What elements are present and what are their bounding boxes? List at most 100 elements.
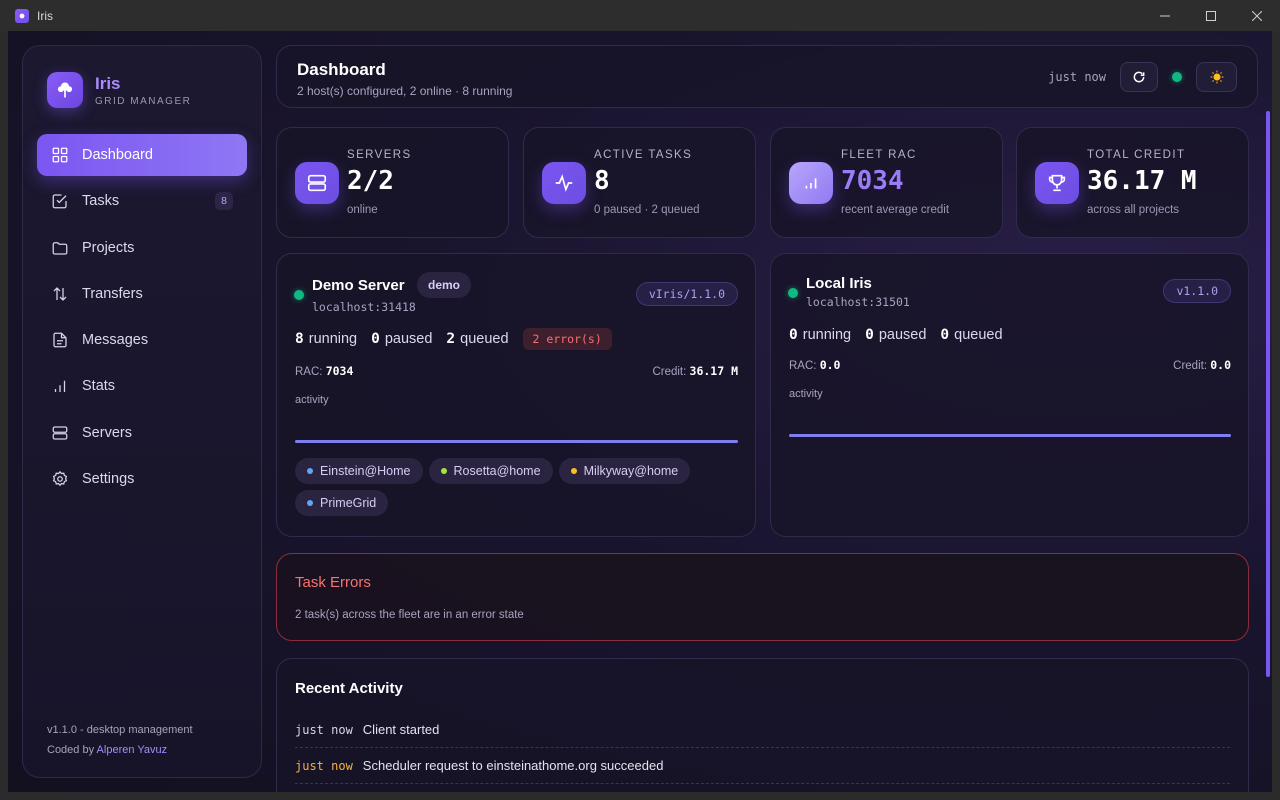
sidebar-item-projects[interactable]: Projects: [37, 227, 247, 269]
theme-toggle-button[interactable]: [1196, 62, 1237, 92]
recent-activity-panel: Recent Activity just now Client started …: [276, 658, 1249, 792]
rac-label: RAC:: [295, 366, 323, 378]
close-icon: [1252, 10, 1262, 21]
stat-card-servers: SERVERS 2/2 online: [276, 127, 509, 238]
task-errors-title: Task Errors: [295, 574, 371, 591]
rac-value: 0.0: [819, 358, 841, 372]
project-chip-milkyway[interactable]: Milkyway@home: [558, 458, 691, 484]
project-name: PrimeGrid: [320, 496, 377, 510]
credit-value: 0.0: [1210, 358, 1231, 372]
page-subtitle: 2 host(s) configured, 2 online · 8 runni…: [297, 84, 513, 98]
checkbox-icon: [52, 194, 67, 209]
sidebar-footer: v1.1.0 - desktop management Coded by Alp…: [47, 720, 193, 760]
minimize-icon: [1160, 15, 1170, 16]
task-errors-panel[interactable]: Task Errors 2 task(s) across the fleet a…: [276, 553, 1249, 641]
activity-sparkline: [295, 440, 738, 443]
maximize-button[interactable]: [1188, 0, 1234, 31]
project-name: Milkyway@home: [583, 464, 679, 478]
stat-label: TOTAL CREDIT: [1087, 149, 1186, 161]
sidebar-item-label: Dashboard: [82, 147, 153, 163]
project-chip-primegrid[interactable]: PrimeGrid: [295, 490, 389, 516]
server-card-local-iris[interactable]: Local Iris localhost:31501 v1.1.0 0 runni…: [770, 253, 1249, 537]
sidebar-item-label: Projects: [82, 239, 135, 256]
folder-icon: [52, 241, 68, 255]
paused-count: 0: [371, 331, 380, 347]
activity-time: just now: [295, 722, 353, 737]
stat-card-active-tasks: ACTIVE TASKS 8 0 paused · 2 queued: [523, 127, 756, 238]
page-title: Dashboard: [297, 60, 386, 79]
activity-text: Client started: [362, 722, 440, 737]
task-errors-description: 2 task(s) across the fleet are in an err…: [295, 609, 524, 621]
project-chip-einstein[interactable]: Einstein@Home: [295, 458, 423, 484]
last-updated-text: just now: [1048, 70, 1106, 84]
stat-subtext: recent average credit: [841, 204, 950, 216]
server-tag-badge: demo: [417, 272, 472, 298]
stat-label: ACTIVE TASKS: [594, 149, 693, 161]
brand-name: Iris: [95, 73, 121, 93]
gear-icon: [52, 471, 68, 487]
activity-row: just now Client started: [295, 712, 1230, 748]
server-icon: [52, 426, 68, 440]
tasks-count-badge: 8: [215, 192, 233, 211]
activity-time: just now: [295, 758, 353, 773]
server-host: localhost:31501: [806, 295, 910, 309]
error-count-badge[interactable]: 2 error(s): [522, 328, 612, 350]
coded-by-label: Coded by: [47, 744, 95, 756]
minimize-button[interactable]: [1142, 0, 1188, 31]
sidebar-item-label: Stats: [82, 378, 116, 395]
stat-label: FLEET RAC: [841, 149, 917, 161]
stat-card-total-credit: TOTAL CREDIT 36.17 M across all projects: [1016, 127, 1249, 238]
queued-label: queued: [954, 327, 1003, 343]
author-link[interactable]: Alperen Yavuz: [97, 744, 168, 756]
main-scrollbar[interactable]: [1266, 111, 1270, 677]
transfer-icon: [53, 286, 67, 301]
sidebar-item-messages[interactable]: Messages: [37, 319, 247, 361]
project-chip-rosetta[interactable]: Rosetta@home: [428, 458, 553, 484]
server-rac: RAC: 7034: [295, 364, 353, 378]
refresh-icon: [1133, 71, 1145, 83]
project-dot: [440, 468, 447, 474]
paused-count: 0: [865, 327, 874, 343]
rac-label: RAC:: [789, 360, 817, 372]
sidebar-item-settings[interactable]: Settings: [37, 458, 247, 500]
running-label: running: [802, 327, 852, 343]
stat-value: 7034: [841, 166, 904, 196]
sidebar-item-servers[interactable]: Servers: [37, 412, 247, 454]
project-chips: Einstein@Home Rosetta@home Milkyway@home…: [295, 458, 745, 522]
paused-label: paused: [878, 327, 927, 343]
server-icon: [295, 162, 339, 204]
sidebar-item-stats[interactable]: Stats: [37, 365, 247, 407]
server-credit: Credit: 0.0: [1173, 358, 1231, 372]
connection-status-dot: [1172, 72, 1182, 82]
brand-subtitle: GRID MANAGER: [95, 95, 192, 107]
trophy-icon: [1035, 162, 1079, 204]
running-count: 0: [789, 327, 798, 343]
stat-subtext: across all projects: [1087, 204, 1180, 216]
stat-value: 2/2: [347, 166, 394, 196]
server-credit: Credit: 36.17 M: [652, 364, 738, 378]
project-name: Rosetta@home: [453, 464, 541, 478]
server-online-dot: [788, 288, 798, 298]
refresh-button[interactable]: [1120, 62, 1158, 92]
server-rac: RAC: 0.0: [789, 358, 840, 372]
server-card-demo[interactable]: Demo Server demo localhost:31418 vIris/1…: [276, 253, 756, 537]
sidebar: Iris GRID MANAGER Dashboard Tasks 8 Proj…: [22, 45, 262, 778]
sidebar-item-tasks[interactable]: Tasks 8: [37, 180, 247, 222]
server-host: localhost:31418: [312, 300, 416, 314]
document-icon: [53, 332, 67, 348]
window-title: Iris: [37, 8, 53, 23]
sidebar-item-dashboard[interactable]: Dashboard: [37, 134, 247, 176]
stat-subtext: 0 paused · 2 queued: [594, 204, 700, 216]
close-button[interactable]: [1234, 0, 1280, 31]
stat-value: 36.17 M: [1087, 166, 1197, 196]
brand: Iris GRID MANAGER: [47, 72, 191, 108]
queued-count: 2: [446, 331, 456, 347]
rac-value: 7034: [325, 364, 354, 378]
activity-row: just now Scheduler request to einsteinat…: [295, 748, 1230, 784]
grid-icon: [52, 147, 68, 163]
recent-activity-title: Recent Activity: [295, 680, 403, 697]
sidebar-item-transfers[interactable]: Transfers: [37, 273, 247, 315]
paused-label: paused: [384, 331, 433, 347]
stat-value: 8: [594, 166, 610, 196]
project-dot: [570, 468, 577, 474]
